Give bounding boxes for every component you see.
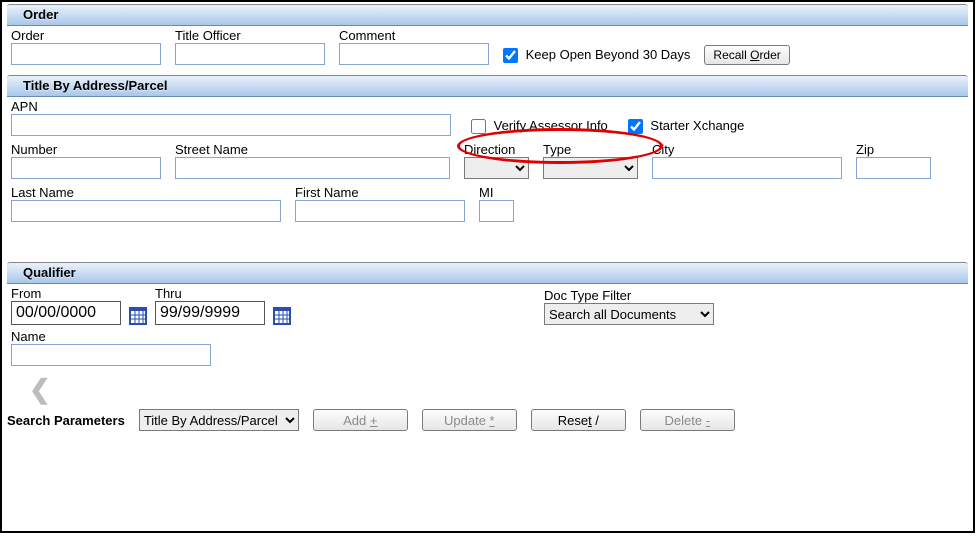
order-section-body: Order Title Officer Comment Keep Open Be…: [7, 26, 968, 73]
lastname-label: Last Name: [11, 185, 281, 200]
order-section-header: Order: [7, 4, 968, 26]
street-name-input[interactable]: [175, 157, 450, 179]
order-input[interactable]: [11, 43, 161, 65]
recall-order-button[interactable]: Recall Order: [704, 45, 789, 65]
keep-open-checkbox[interactable]: [503, 48, 518, 63]
comment-input[interactable]: [339, 43, 489, 65]
type-label: Type: [543, 142, 638, 157]
starter-xchange-label: Starter Xchange: [650, 118, 744, 133]
street-name-label: Street Name: [175, 142, 450, 157]
qualifier-section-header: Qualifier: [7, 262, 968, 284]
delete-button[interactable]: Delete -: [640, 409, 735, 431]
search-parameters-select[interactable]: Title By Address/Parcel: [139, 409, 299, 431]
type-select[interactable]: [543, 157, 638, 179]
verify-assessor-checkbox[interactable]: [471, 119, 486, 134]
direction-label: Direction: [464, 142, 529, 157]
verify-assessor-label: Verify Assessor Info: [494, 118, 608, 133]
from-label: From: [11, 286, 121, 301]
number-input[interactable]: [11, 157, 161, 179]
lastname-input[interactable]: [11, 200, 281, 222]
reset-button[interactable]: Reset /: [531, 409, 626, 431]
firstname-label: First Name: [295, 185, 465, 200]
city-label: City: [652, 142, 842, 157]
calendar-icon[interactable]: [129, 307, 147, 325]
thru-date-input[interactable]: [155, 301, 265, 325]
qualifier-section-body: From Thru Doc Type Filter Search all Doc…: [7, 284, 968, 374]
from-date-input[interactable]: [11, 301, 121, 325]
search-parameters-label: Search Parameters: [7, 413, 125, 428]
firstname-input[interactable]: [295, 200, 465, 222]
title-officer-input[interactable]: [175, 43, 325, 65]
title-by-section-body: APN Verify Assessor Info Starter Xchange…: [7, 97, 968, 230]
thru-label: Thru: [155, 286, 265, 301]
qualifier-name-input[interactable]: [11, 344, 211, 366]
zip-input[interactable]: [856, 157, 931, 179]
doc-type-filter-label: Doc Type Filter: [544, 288, 714, 303]
comment-label: Comment: [339, 28, 489, 43]
zip-label: Zip: [856, 142, 931, 157]
doc-type-filter-select[interactable]: Search all Documents: [544, 303, 714, 325]
apn-input[interactable]: [11, 114, 451, 136]
direction-select[interactable]: [464, 157, 529, 179]
add-button[interactable]: Add +: [313, 409, 408, 431]
update-button[interactable]: Update *: [422, 409, 517, 431]
mi-label: MI: [479, 185, 514, 200]
chevron-left-icon[interactable]: ❮: [7, 374, 968, 405]
calendar-icon[interactable]: [273, 307, 291, 325]
qualifier-name-label: Name: [11, 329, 211, 344]
keep-open-label: Keep Open Beyond 30 Days: [526, 47, 691, 62]
number-label: Number: [11, 142, 161, 157]
mi-input[interactable]: [479, 200, 514, 222]
starter-xchange-checkbox[interactable]: [628, 119, 643, 134]
apn-label: APN: [11, 99, 451, 114]
title-officer-label: Title Officer: [175, 28, 325, 43]
city-input[interactable]: [652, 157, 842, 179]
title-by-section-header: Title By Address/Parcel: [7, 75, 968, 97]
order-label: Order: [11, 28, 161, 43]
